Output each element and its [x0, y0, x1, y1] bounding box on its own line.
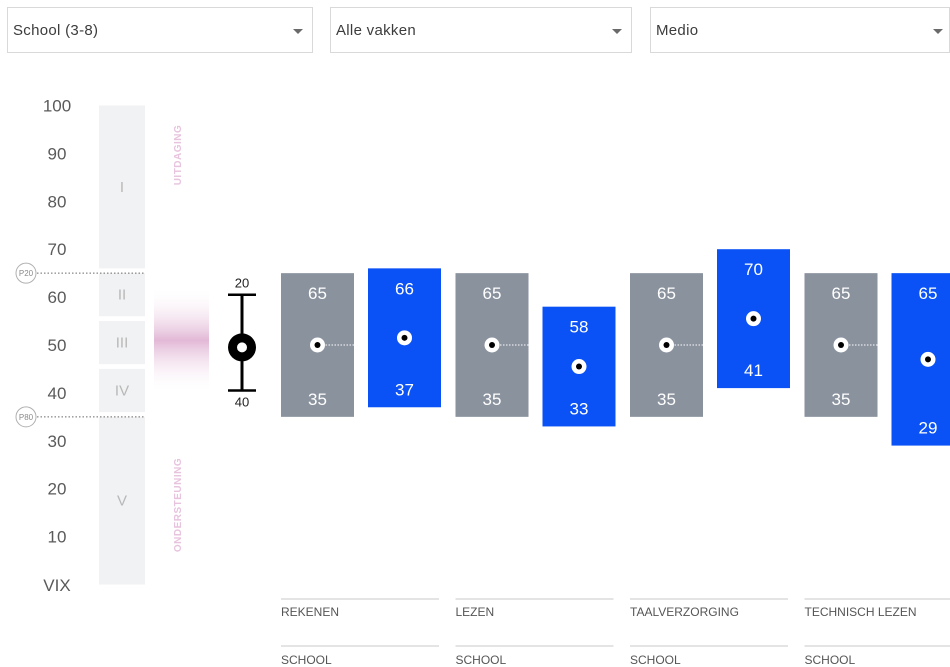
side-label-top: UITDAGING	[173, 125, 184, 186]
category-label: TAALVERZORGING	[630, 605, 739, 619]
level-label: I	[120, 179, 124, 196]
level-label: IV	[115, 383, 129, 400]
legend-top-label: 20	[235, 276, 249, 291]
y-tick-label: 70	[48, 240, 67, 259]
side-label-bottom: ONDERSTEUNING	[173, 458, 184, 552]
y-tick-label: VIX	[43, 576, 70, 595]
reference-bar-low-label: 35	[483, 390, 502, 409]
result-bar-high-label: 70	[744, 260, 763, 279]
score-chart: IIIIIIIVV100908070605040302010VIXUITDAGI…	[15, 97, 950, 667]
p20-label: P20	[19, 269, 34, 278]
reference-bar-low-label: 35	[832, 390, 851, 409]
y-tick-label: 30	[48, 432, 67, 451]
y-tick-label: 10	[48, 528, 67, 547]
p80-label: P80	[19, 413, 34, 422]
level-label: II	[118, 287, 126, 304]
y-tick-label: 20	[48, 480, 67, 499]
result-bar-low-label: 33	[570, 399, 589, 418]
reference-bar-median-dot-center	[838, 342, 844, 348]
target-band	[154, 287, 209, 393]
bars: 65 35 66 37 65 35 58 33 65 35 70 41 65 35 65 29	[281, 249, 950, 446]
category-labels: REKENEN SCHOOL LEZEN SCHOOL TAALVERZORGING SC…	[281, 598, 950, 667]
result-bar-high-label: 65	[919, 284, 938, 303]
result-bar-high-label: 66	[395, 279, 414, 298]
category-group-label: SCHOOL	[805, 653, 856, 667]
reference-bar-high-label: 65	[483, 284, 502, 303]
category-label: REKENEN	[281, 605, 339, 619]
reference-bar-high-label: 65	[657, 284, 676, 303]
y-tick-label: 100	[43, 97, 71, 116]
y-tick-label: 80	[48, 192, 67, 211]
result-bar-high-label: 58	[570, 318, 589, 337]
reference-bar-high-label: 65	[308, 284, 327, 303]
result-bar-median-dot-center	[925, 356, 931, 363]
result-bar-low-label: 37	[395, 380, 414, 399]
level-label: III	[116, 335, 129, 352]
category-group-label: SCHOOL	[456, 653, 507, 667]
category-group-label: SCHOOL	[630, 653, 681, 667]
legend-marker-center	[237, 342, 247, 353]
y-tick-label: 50	[48, 336, 67, 355]
y-tick-label: 90	[48, 144, 67, 163]
level-label: V	[117, 493, 127, 510]
scale-axis: IIIIIIIVV100908070605040302010VIXUITDAGI…	[15, 97, 256, 595]
reference-bar-low-label: 35	[657, 390, 676, 409]
reference-bar-median-dot-center	[489, 342, 495, 348]
category-label: TECHNISCH LEZEN	[805, 605, 917, 619]
result-bar-low-label: 29	[919, 419, 938, 438]
legend-bottom-label: 40	[235, 395, 249, 410]
category-group-label: SCHOOL	[281, 653, 332, 667]
y-tick-label: 40	[48, 384, 67, 403]
reference-bar-high-label: 65	[832, 284, 851, 303]
reference-bar-low-label: 35	[308, 390, 327, 409]
reference-bar-median-dot-center	[663, 342, 670, 348]
reference-bar-median-dot-center	[314, 342, 321, 348]
result-bar-median-dot-center	[401, 334, 408, 341]
result-bar-median-dot-center	[750, 315, 757, 322]
result-bar-median-dot-center	[576, 363, 582, 370]
y-tick-label: 60	[48, 288, 67, 307]
result-bar-low-label: 41	[744, 361, 763, 380]
category-label: LEZEN	[456, 605, 495, 619]
